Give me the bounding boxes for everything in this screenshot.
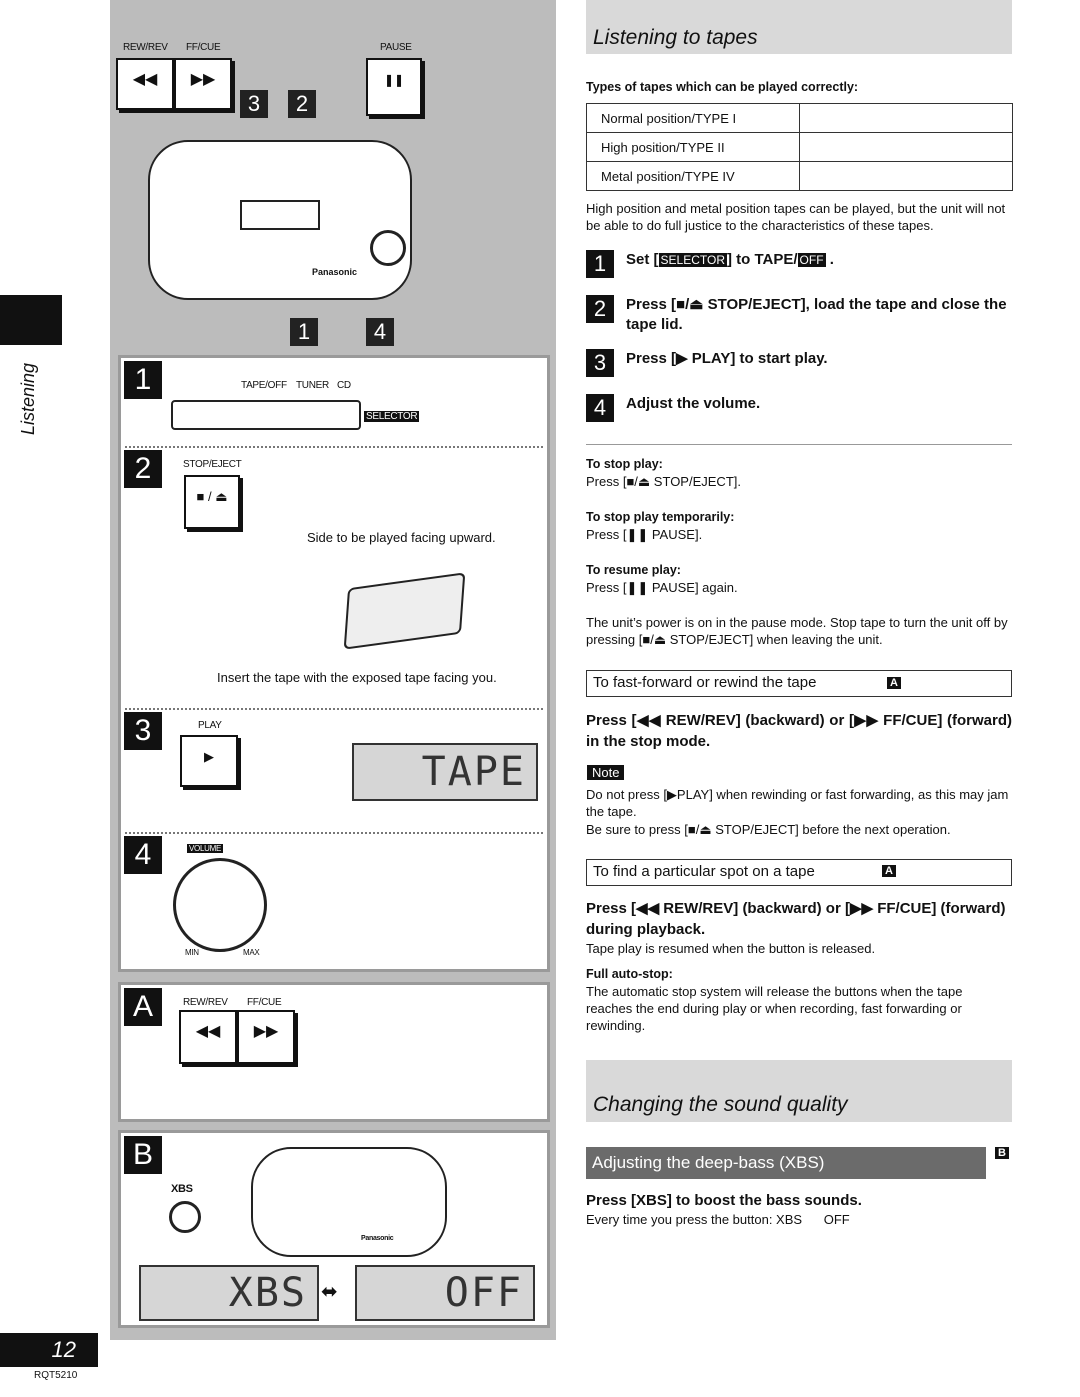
step-2-badge: 2 (124, 450, 162, 488)
rew-button[interactable]: ◀◀ (116, 58, 174, 110)
step-3-badge: 3 (124, 712, 162, 750)
box-a: A REW/REV FF/CUE ◀◀ ▶▶ (118, 982, 550, 1122)
box-b-badge: B (124, 1136, 162, 1174)
play-label: PLAY (198, 720, 222, 731)
max-label: MAX (243, 948, 260, 957)
ref-a-tag: A (882, 865, 896, 877)
xbs-text: Every time you press the button: XBS OFF (586, 1212, 850, 1227)
lcd-display-xbs: XBS (139, 1265, 319, 1321)
cassette-icon (343, 572, 466, 650)
callout-3: 3 (240, 90, 268, 118)
rew-button-a[interactable]: ◀◀ (179, 1010, 237, 1064)
stop-eject-button[interactable]: ■ / ⏏ (184, 475, 240, 529)
volume-knob[interactable] (173, 858, 267, 952)
tip-text: Press [■/⏏ STOP/EJECT]. (586, 474, 741, 489)
box-b: B XBS Panasonic XBS ⬌ OFF (118, 1130, 550, 1328)
ref-b-tag: B (995, 1147, 1009, 1159)
pause-label: PAUSE (380, 42, 412, 53)
sound-title: Changing the sound quality (586, 1060, 1012, 1122)
step-1: 1 Set [SELECTOR] to TAPE/OFF . (586, 250, 1012, 278)
rew-label-a: REW/REV (183, 997, 228, 1008)
tip-heading: To stop play: (586, 457, 663, 471)
lcd-display-off: OFF (355, 1265, 535, 1321)
step-4-badge: 4 (124, 836, 162, 874)
callout-2: 2 (288, 90, 316, 118)
xbs-instruction: Press [XBS] to boost the bass sounds. (586, 1192, 862, 1209)
volume-label: VOLUME (187, 844, 223, 853)
page-number: 12 (0, 1333, 98, 1367)
find-instruction: Press [◀◀ REW/REV] (backward) or [▶▶ FF/… (586, 900, 1006, 938)
step-1-badge: 1 (124, 361, 162, 399)
cd-label: CD (337, 380, 351, 391)
brand-logo-small: Panasonic (361, 1235, 394, 1242)
note-text: Do not press [▶PLAY] when rewinding or f… (586, 787, 1009, 819)
boombox-small: Panasonic (251, 1147, 447, 1257)
xbs-button[interactable] (169, 1201, 201, 1233)
caption-insert: Insert the tape with the exposed tape fa… (217, 670, 497, 685)
ref-a-tag: A (887, 677, 901, 689)
rew-label: REW/REV (123, 42, 168, 53)
ff-button[interactable]: ▶▶ (174, 58, 232, 110)
ff-button-a[interactable]: ▶▶ (237, 1010, 295, 1064)
lcd-display-tape: TAPE (352, 743, 538, 801)
arrow-both-icon: ⬌ (321, 1281, 338, 1303)
steps-box: 1 TAPE/OFF TUNER CD SELECTOR 2 STOP/EJEC… (118, 355, 550, 972)
tape-off-label: TAPE/OFF (241, 380, 287, 391)
callout-1: 1 (290, 318, 318, 346)
ff-label-a: FF/CUE (247, 997, 282, 1008)
auto-stop-text: The automatic stop system will release t… (586, 984, 963, 1033)
table-cell: High position/TYPE II (586, 132, 800, 162)
section-tab (0, 295, 62, 345)
stop-eject-label: STOP/EJECT (183, 459, 242, 470)
step-3: 3 Press [▶ PLAY] to start play. (586, 349, 1012, 377)
tuner-label: TUNER (296, 380, 329, 391)
note-badge: Note (587, 765, 625, 780)
find-text: Tape play is resumed when the button is … (586, 941, 876, 956)
min-label: MIN (185, 948, 199, 957)
ff-heading-box: To fast-forward or rewind the tape A (586, 670, 1012, 697)
play-button[interactable]: ▶ (180, 735, 238, 787)
doc-code: RQT5210 (34, 1370, 78, 1381)
power-note: The unit’s power is on in the pause mode… (586, 615, 1008, 647)
page-title: Listening to tapes (586, 0, 1012, 54)
ff-label: FF/CUE (186, 42, 221, 53)
section-label: Listening (18, 362, 38, 435)
note-text: Be sure to press [■/⏏ STOP/EJECT] before… (586, 822, 951, 837)
caption-side: Side to be played facing upward. (307, 530, 496, 545)
brand-logo: Panasonic (312, 267, 358, 277)
table-cell: Normal position/TYPE I (586, 103, 800, 133)
tip-text: Press [❚❚ PAUSE] again. (586, 580, 738, 595)
illustration-panel: REW/REV FF/CUE PAUSE ◀◀ ▶▶ ❚❚ 3 2 Panaso… (110, 0, 556, 1340)
tape-types-table: Normal position/TYPE I High position/TYP… (586, 103, 1013, 191)
types-heading: Types of tapes which can be played corre… (586, 80, 859, 94)
boombox-illustration: Panasonic (148, 140, 412, 300)
find-heading-box: To find a particular spot on a tape A (586, 859, 1012, 886)
table-cell: Metal position/TYPE IV (586, 161, 800, 191)
step-2: 2 Press [■/⏏ STOP/EJECT], load the tape a… (586, 295, 1012, 335)
xbs-label: XBS (171, 1183, 193, 1195)
tip-text: Press [❚❚ PAUSE]. (586, 527, 703, 542)
tip-heading: To resume play: (586, 563, 681, 577)
step-4: 4 Adjust the volume. (586, 394, 1012, 422)
box-a-badge: A (124, 988, 162, 1026)
tip-heading: To stop play temporarily: (586, 510, 735, 524)
selector-label: SELECTOR (364, 411, 420, 422)
auto-stop-heading: Full auto-stop: (586, 967, 673, 981)
callout-4: 4 (366, 318, 394, 346)
xbs-heading: Adjusting the deep-bass (XBS) (586, 1147, 986, 1179)
pause-button[interactable]: ❚❚ (366, 58, 422, 116)
types-note: High position and metal position tapes c… (586, 201, 1006, 233)
divider (586, 444, 1012, 445)
selector-switch[interactable] (171, 400, 361, 430)
ff-instruction: Press [◀◀ REW/REV] (backward) or [▶▶ FF/… (586, 712, 1012, 750)
